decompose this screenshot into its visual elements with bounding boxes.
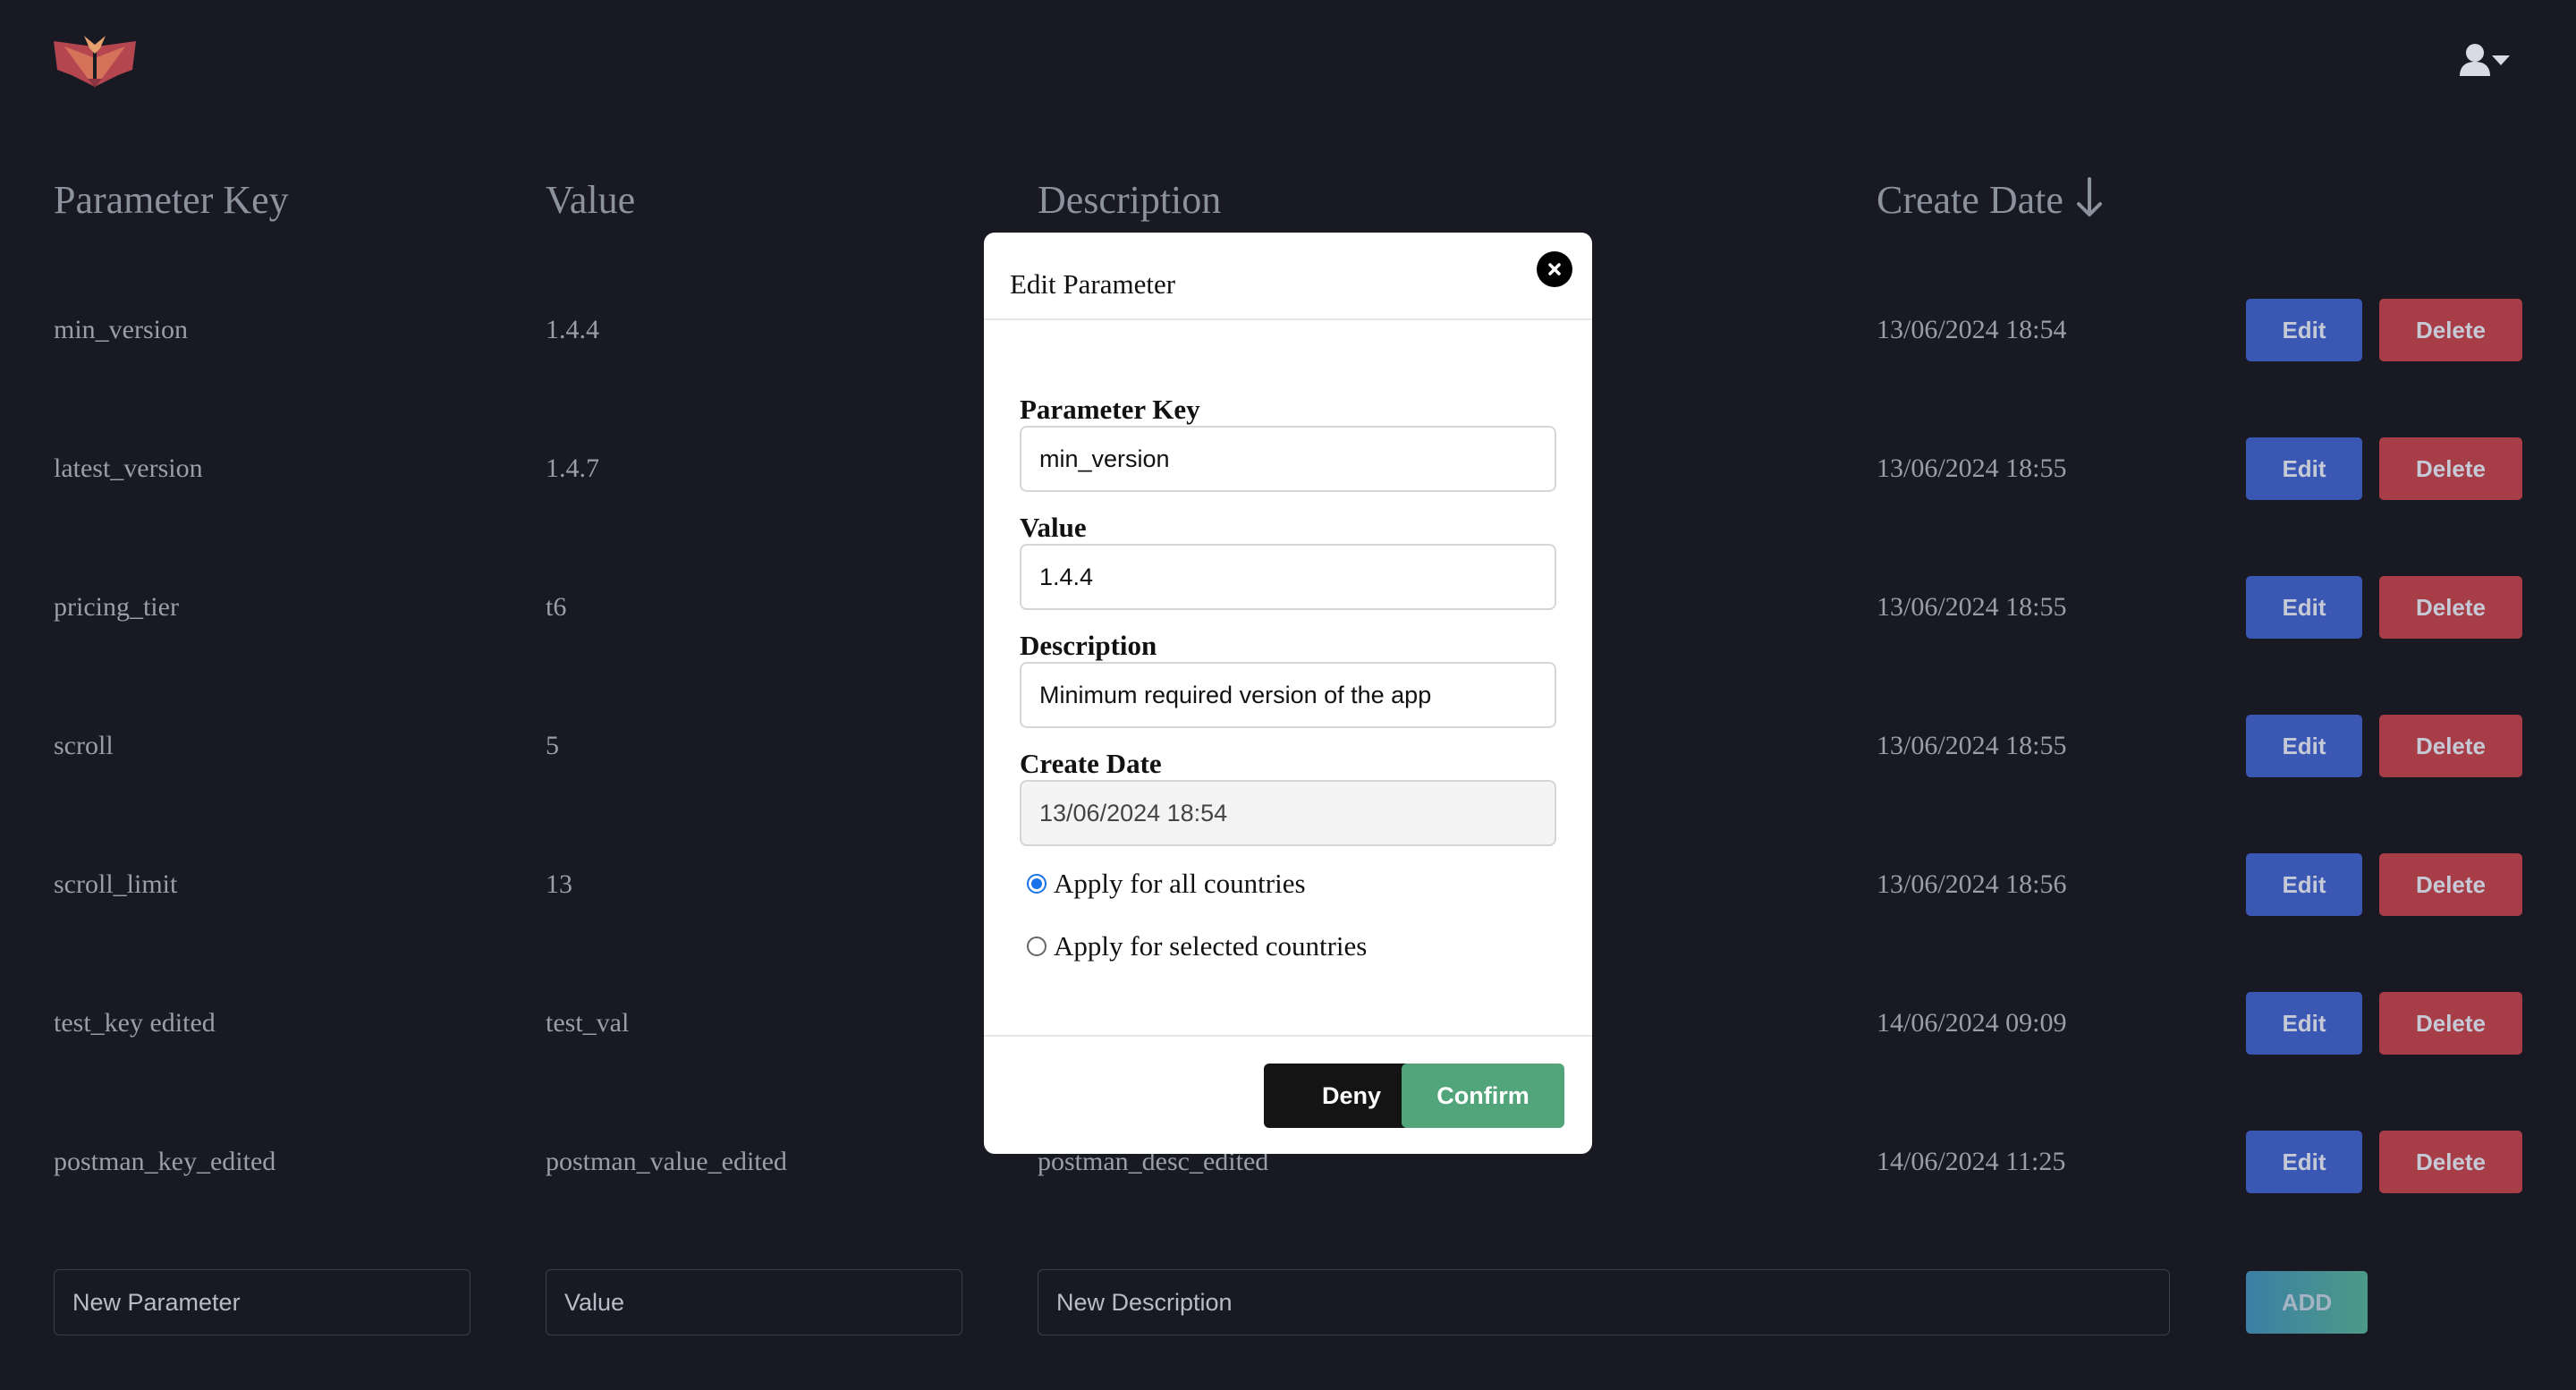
- row-7-delete-button[interactable]: Delete: [2379, 1131, 2522, 1193]
- column-header-create-date-label: Create Date: [1877, 178, 2063, 222]
- row-7-key: postman_key_edited: [54, 1147, 276, 1176]
- close-icon: [1548, 263, 1561, 275]
- modal-title: Edit Parameter: [1010, 268, 1176, 300]
- confirm-button[interactable]: Confirm: [1402, 1064, 1564, 1128]
- row-3-edit-button[interactable]: Edit: [2246, 576, 2362, 639]
- row-3-key: pricing_tier: [54, 592, 179, 622]
- apply-all-countries-label: Apply for all countries: [1054, 868, 1306, 899]
- apply-all-countries-option[interactable]: Apply for all countries: [1027, 866, 1306, 902]
- column-header-value: Value: [546, 178, 636, 222]
- row-2-date: 13/06/2024 18:55: [1877, 453, 2067, 483]
- logo[interactable]: [52, 34, 138, 89]
- row-1-value: 1.4.4: [546, 315, 599, 344]
- row-2-key: latest_version: [54, 453, 203, 483]
- row-6-delete-button[interactable]: Delete: [2379, 992, 2522, 1055]
- modal-footer-divider: [984, 1035, 1592, 1037]
- column-header-create-date[interactable]: Create Date: [1877, 175, 2103, 231]
- new-description-input[interactable]: [1038, 1269, 2170, 1335]
- column-header-key: Parameter Key: [54, 178, 289, 222]
- user-dropdown-icon: [2460, 44, 2510, 76]
- book-logo-icon: [54, 36, 136, 88]
- row-6-key: test_key edited: [54, 1008, 216, 1038]
- apply-selected-countries-label: Apply for selected countries: [1054, 930, 1368, 962]
- row-1-delete-button[interactable]: Delete: [2379, 299, 2522, 361]
- edit-parameter-modal: Edit Parameter Parameter Key Value Descr…: [984, 233, 1592, 1154]
- row-1-date: 13/06/2024 18:54: [1877, 315, 2067, 344]
- modal-header-divider: [984, 318, 1592, 320]
- row-5-delete-button[interactable]: Delete: [2379, 853, 2522, 916]
- row-4-edit-button[interactable]: Edit: [2246, 715, 2362, 777]
- arrow-down-icon[interactable]: [2076, 177, 2103, 231]
- value-label: Value: [1020, 512, 1087, 543]
- close-button[interactable]: [1537, 251, 1572, 287]
- row-3-delete-button[interactable]: Delete: [2379, 576, 2522, 639]
- row-6-edit-button[interactable]: Edit: [2246, 992, 2362, 1055]
- row-2-delete-button[interactable]: Delete: [2379, 437, 2522, 500]
- row-5-edit-button[interactable]: Edit: [2246, 853, 2362, 916]
- row-4-delete-button[interactable]: Delete: [2379, 715, 2522, 777]
- value-field[interactable]: [1020, 544, 1556, 610]
- apply-selected-countries-option[interactable]: Apply for selected countries: [1027, 928, 1367, 964]
- row-6-value: test_val: [546, 1008, 630, 1038]
- row-6-date: 14/06/2024 09:09: [1877, 1008, 2067, 1038]
- row-7-date: 14/06/2024 11:25: [1877, 1147, 2066, 1176]
- user-menu-button[interactable]: [2460, 43, 2512, 79]
- description-field[interactable]: [1020, 662, 1556, 728]
- row-3-date: 13/06/2024 18:55: [1877, 592, 2067, 622]
- description-label: Description: [1020, 630, 1157, 661]
- row-1-edit-button[interactable]: Edit: [2246, 299, 2362, 361]
- radio-unchecked-icon[interactable]: [1027, 936, 1046, 956]
- row-3-value: t6: [546, 592, 567, 622]
- create-date-label: Create Date: [1020, 748, 1162, 779]
- row-7-edit-button[interactable]: Edit: [2246, 1131, 2362, 1193]
- row-7-value: postman_value_edited: [546, 1147, 787, 1176]
- create-date-field: [1020, 780, 1556, 846]
- row-4-key: scroll: [54, 731, 114, 760]
- row-4-date: 13/06/2024 18:55: [1877, 731, 2067, 760]
- row-5-date: 13/06/2024 18:56: [1877, 869, 2067, 899]
- add-button[interactable]: ADD: [2246, 1271, 2368, 1334]
- radio-checked-icon[interactable]: [1027, 873, 1046, 894]
- parameter-key-label: Parameter Key: [1020, 394, 1200, 425]
- row-2-edit-button[interactable]: Edit: [2246, 437, 2362, 500]
- new-parameter-input[interactable]: [54, 1269, 470, 1335]
- row-2-value: 1.4.7: [546, 453, 599, 483]
- parameter-key-field[interactable]: [1020, 426, 1556, 492]
- new-value-input[interactable]: [546, 1269, 962, 1335]
- row-5-value: 13: [546, 869, 572, 899]
- row-4-value: 5: [546, 731, 559, 760]
- column-header-description: Description: [1038, 178, 1222, 222]
- row-1-key: min_version: [54, 315, 188, 344]
- row-5-key: scroll_limit: [54, 869, 178, 899]
